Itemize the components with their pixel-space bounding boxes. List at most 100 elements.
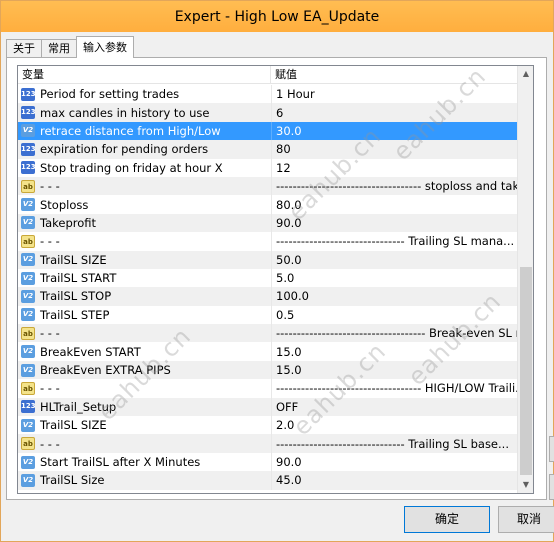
parameter-value-cell[interactable]: 1 Hour [271, 85, 518, 104]
table-row[interactable]: 123 max candles in history to use 6 [18, 103, 518, 122]
double-type-icon: V2 [21, 363, 35, 377]
inputs-panel: 变量 赋值 123 Period for setting trades 1 Hour… [6, 57, 547, 500]
parameter-name-cell: 123 HLTrail_Setup [18, 400, 271, 414]
double-type-icon: V2 [21, 271, 35, 285]
window-title: Expert - High Low EA_Update [174, 8, 380, 25]
scroll-up-arrow-icon[interactable]: ▲ [518, 66, 533, 82]
parameter-name: TrailSL SIZE [40, 418, 107, 433]
parameter-name-cell: V2 Takeprofit [18, 216, 271, 230]
parameter-name-cell: V2 Start TrailSL after X Minutes [18, 455, 271, 469]
integer-type-icon: 123 [21, 87, 36, 101]
parameter-name-cell: V2 BreakEven EXTRA PIPS [18, 363, 271, 377]
table-row[interactable]: ab - - - ------------------------------- T… [18, 434, 518, 453]
parameter-name: BreakEven EXTRA PIPS [40, 363, 171, 378]
parameter-name: - - - [40, 381, 60, 396]
cancel-button[interactable]: 取消 [498, 506, 554, 533]
table-row[interactable]: V2 BreakEven EXTRA PIPS 15.0 [18, 360, 518, 380]
tab-about[interactable]: 关于 [6, 39, 42, 58]
parameter-value-cell[interactable]: ------------------------------- Trailing… [271, 232, 518, 251]
vertical-scrollbar[interactable]: ▲ ▼ [517, 66, 533, 493]
parameter-name-cell: V2 Stoploss [18, 198, 271, 212]
table-row[interactable]: ab - - - ---------------------------------… [18, 176, 518, 196]
parameter-value-cell[interactable]: 100.0 [271, 287, 518, 306]
parameter-name: TrailSL STOP [40, 289, 112, 304]
ok-button[interactable]: 确定 [404, 506, 490, 533]
table-row[interactable]: V2 Stoploss 80.0 [18, 195, 518, 214]
parameter-name-cell: ab - - - [18, 437, 271, 451]
list-header: 变量 赋值 [18, 66, 533, 84]
parameter-name-cell: V2 TrailSL STOP [18, 289, 271, 303]
table-row[interactable]: V2 TrailSL SIZE 2.0 [18, 416, 518, 435]
parameter-value-cell[interactable]: 90.0 [271, 452, 518, 472]
string-type-icon: ab [21, 326, 35, 340]
parameter-value-cell[interactable]: OFF [271, 397, 518, 417]
parameter-value-cell[interactable]: ----------------------------------- HIGH… [271, 379, 518, 398]
column-header-variable[interactable]: 变量 [18, 66, 271, 83]
double-type-icon: V2 [21, 124, 35, 138]
parameter-value-cell[interactable]: 80 [271, 140, 518, 159]
parameter-name: HLTrail_Setup [40, 399, 117, 414]
side-button-upper[interactable] [549, 436, 554, 462]
table-row[interactable]: V2 TrailSL STOP 100.0 [18, 287, 518, 306]
expert-properties-window: Expert - High Low EA_Update 关于 常用 输入参数 变量 … [0, 0, 554, 542]
parameter-name-cell: 123 max candles in history to use [18, 106, 271, 120]
table-row[interactable]: V2 Start TrailSL after X Minutes 90.0 [18, 452, 518, 472]
parameter-value-cell[interactable]: 30.0 [271, 121, 518, 141]
parameter-name: Takeprofit [40, 215, 97, 230]
parameter-name: TrailSL Size [40, 473, 105, 488]
table-row[interactable]: V2 TrailSL START 5.0 [18, 268, 518, 288]
parameter-name-cell: V2 TrailSL Size [18, 473, 271, 487]
parameter-value-cell[interactable]: 15.0 [271, 342, 518, 361]
tab-common[interactable]: 常用 [41, 39, 77, 58]
parameter-value-cell[interactable]: 2.0 [271, 416, 518, 435]
table-row[interactable]: V2 BreakEven START 15.0 [18, 342, 518, 361]
parameter-value-cell[interactable]: 45.0 [271, 471, 518, 490]
parameter-name-cell: 123 Period for setting trades [18, 87, 271, 101]
table-row[interactable]: V2 TrailSL Size 45.0 [18, 471, 518, 490]
table-row[interactable]: ab - - - ---------------------------------… [18, 379, 518, 398]
parameter-name-cell: ab - - - [18, 234, 271, 248]
string-type-icon: ab [21, 179, 35, 193]
parameter-value-cell[interactable]: ------------------------------------ Bre… [271, 324, 518, 343]
parameter-name: TrailSL START [40, 271, 117, 286]
scroll-down-arrow-icon[interactable]: ▼ [518, 477, 533, 493]
parameter-name-cell: 123 Stop trading on friday at hour X [18, 161, 271, 175]
parameter-value-cell[interactable]: 12 [271, 158, 518, 177]
parameter-name-cell: ab - - - [18, 179, 271, 193]
parameter-name: TrailSL SIZE [40, 252, 107, 267]
scroll-thumb[interactable] [520, 267, 532, 475]
parameter-value-cell[interactable]: ------------------------------- Trailing… [271, 434, 518, 453]
table-row[interactable]: ab - - - ------------------------------- T… [18, 232, 518, 251]
table-row[interactable]: 123 Period for setting trades 1 Hour [18, 85, 518, 104]
parameter-value-cell[interactable]: ----------------------------------- stop… [271, 176, 518, 196]
tab-inputs[interactable]: 输入参数 [76, 36, 134, 58]
parameter-value-cell[interactable]: 15.0 [271, 360, 518, 380]
parameter-value-cell[interactable]: 6 [271, 103, 518, 122]
parameter-name: - - - [40, 436, 60, 451]
parameter-name: BreakEven START [40, 344, 141, 359]
table-row[interactable]: 123 expiration for pending orders 80 [18, 140, 518, 159]
table-row[interactable]: 123 HLTrail_Setup OFF [18, 397, 518, 417]
integer-type-icon: 123 [21, 161, 36, 175]
parameter-name: Stoploss [40, 197, 89, 212]
parameter-value-cell[interactable]: 90.0 [271, 213, 518, 233]
column-header-value[interactable]: 赋值 [271, 66, 518, 83]
title-bar[interactable]: Expert - High Low EA_Update [1, 1, 553, 32]
integer-type-icon: 123 [21, 142, 36, 156]
parameter-value-cell[interactable]: 5.0 [271, 268, 518, 288]
parameters-list[interactable]: 变量 赋值 123 Period for setting trades 1 Hour… [17, 65, 534, 494]
table-row[interactable]: V2 Takeprofit 90.0 [18, 213, 518, 233]
table-row[interactable]: V2 TrailSL STEP 0.5 [18, 305, 518, 325]
parameter-value-cell[interactable]: 80.0 [271, 195, 518, 214]
double-type-icon: V2 [21, 418, 35, 432]
integer-type-icon: 123 [21, 106, 36, 120]
parameter-value-cell[interactable]: 0.5 [271, 305, 518, 325]
side-button-lower[interactable] [549, 474, 554, 500]
parameter-value-cell[interactable]: 50.0 [271, 250, 518, 269]
double-type-icon: V2 [21, 289, 35, 303]
table-row[interactable]: V2 retrace distance from High/Low 30.0 [18, 121, 518, 141]
table-row[interactable]: ab - - - ---------------------------------… [18, 324, 518, 343]
table-row[interactable]: 123 Stop trading on friday at hour X 12 [18, 158, 518, 177]
tab-strip: 关于 常用 输入参数 [6, 36, 134, 58]
table-row[interactable]: V2 TrailSL SIZE 50.0 [18, 250, 518, 269]
